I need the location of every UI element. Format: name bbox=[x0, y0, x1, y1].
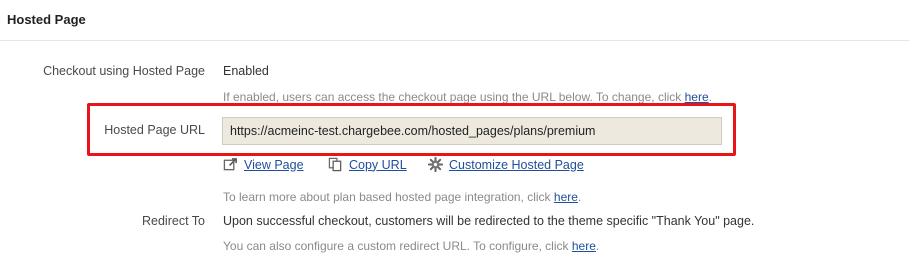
section-title: Hosted Page bbox=[7, 12, 86, 27]
checkout-help-suffix: . bbox=[708, 90, 712, 104]
copy-url-link[interactable]: Copy URL bbox=[349, 158, 407, 172]
gear-icon bbox=[428, 157, 443, 172]
view-page-action[interactable]: View Page bbox=[223, 157, 304, 172]
copy-icon bbox=[328, 157, 342, 172]
learn-more-text: To learn more about plan based hosted pa… bbox=[223, 190, 581, 204]
checkout-label: Checkout using Hosted Page bbox=[43, 64, 205, 78]
redirect-label: Redirect To bbox=[142, 214, 205, 228]
redirect-help-suffix: . bbox=[595, 239, 600, 253]
view-page-link[interactable]: View Page bbox=[244, 158, 304, 172]
checkout-change-link[interactable]: here bbox=[685, 90, 709, 104]
learn-more-link[interactable]: here bbox=[554, 190, 578, 204]
redirect-help: You can also configure a custom redirect… bbox=[223, 239, 599, 253]
redirect-configure-link[interactable]: here bbox=[572, 239, 596, 253]
learn-more-help: To learn more about plan based hosted pa… bbox=[223, 190, 551, 204]
customize-action[interactable]: Customize Hosted Page bbox=[428, 157, 584, 172]
redirect-text: Upon successful checkout, customers will… bbox=[223, 214, 755, 228]
section-divider bbox=[0, 40, 909, 41]
redirect-help-text: You can also configure a custom redirect… bbox=[223, 239, 569, 253]
copy-url-action[interactable]: Copy URL bbox=[328, 157, 407, 172]
learn-more-suffix: . bbox=[577, 190, 582, 204]
highlight-box bbox=[87, 103, 736, 156]
checkout-status: Enabled bbox=[223, 64, 269, 78]
external-link-icon bbox=[223, 158, 237, 171]
checkout-help-text: If enabled, users can access the checkou… bbox=[223, 90, 682, 104]
customize-hosted-page-link[interactable]: Customize Hosted Page bbox=[449, 158, 584, 172]
checkout-help: If enabled, users can access the checkou… bbox=[223, 90, 712, 104]
